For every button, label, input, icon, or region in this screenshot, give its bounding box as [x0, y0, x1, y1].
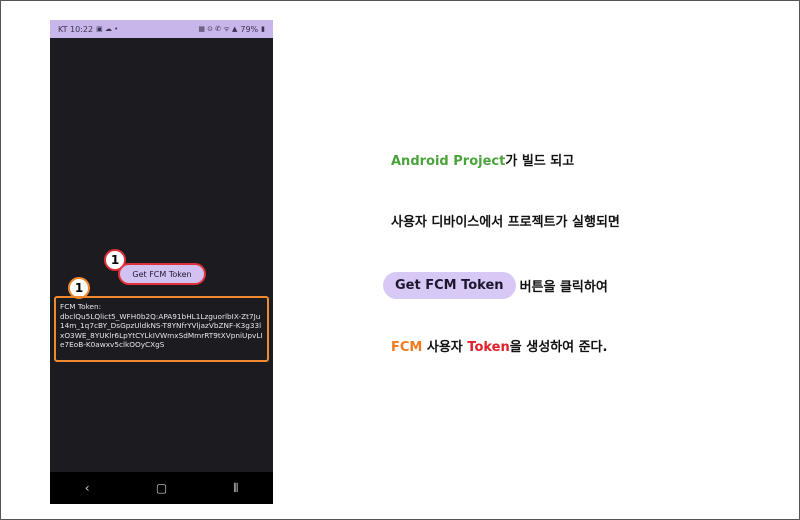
annotation-line-4-text: 을 생성하여 준다.	[509, 340, 608, 355]
recents-icon[interactable]: ⦀	[221, 481, 251, 496]
fcm-token-label: FCM Token:	[60, 302, 102, 311]
home-icon[interactable]: ▢	[146, 481, 176, 495]
annotation-line-4: FCM 사용자 Token을 생성하여 준다.	[391, 336, 607, 355]
get-fcm-token-pill: Get FCM Token	[383, 272, 516, 299]
notification-icons: ▣ ☁ •	[96, 25, 119, 33]
annotation-line-1: Android Project가 빌드 되고	[391, 150, 574, 169]
status-bar-left: KT 10:22 ▣ ☁ •	[58, 25, 118, 34]
back-icon[interactable]: ‹	[72, 481, 102, 495]
annotation-line-3-text: 버튼을 클릭하여	[519, 280, 608, 295]
battery-level: 79%	[240, 24, 259, 34]
annotation-line-2: 사용자 디바이스에서 프로젝트가 실행되면	[391, 215, 620, 230]
fcm-highlight: FCM	[391, 340, 423, 355]
annotation-line-4-mid: 사용자	[422, 340, 468, 355]
system-status-icons: ▦ ⊙ ✆ ᯤ ▲	[198, 24, 238, 33]
annotation-line-1-text: 가 빌드 되고	[505, 154, 575, 169]
status-bar: KT 10:22 ▣ ☁ • ▦ ⊙ ✆ ᯤ ▲ 79% ▮	[50, 20, 273, 38]
annotation-line-3: Get FCM Token 버튼을 클릭하여	[383, 272, 608, 299]
app-content: 1 Get FCM Token 1 FCM Token: dbclQu5LQli…	[50, 38, 273, 472]
phone-screen: KT 10:22 ▣ ☁ • ▦ ⊙ ✆ ᯤ ▲ 79% ▮ 1 Get FCM…	[50, 20, 273, 504]
status-bar-right: ▦ ⊙ ✆ ᯤ ▲ 79% ▮	[198, 25, 265, 34]
get-fcm-token-button[interactable]: Get FCM Token	[118, 263, 206, 285]
fcm-token-display: FCM Token: dbclQu5LQlict5_WFH0b2Q:APA91b…	[54, 296, 269, 362]
status-time: KT 10:22	[58, 24, 94, 34]
battery-icon: ▮	[261, 25, 265, 33]
android-project-highlight: Android Project	[391, 154, 506, 169]
fcm-token-value: dbclQu5LQlict5_WFH0b2Q:APA91bHL1Lzguorlb…	[60, 311, 263, 350]
token-highlight: Token	[467, 340, 510, 355]
navigation-bar: ‹ ▢ ⦀	[50, 472, 273, 504]
